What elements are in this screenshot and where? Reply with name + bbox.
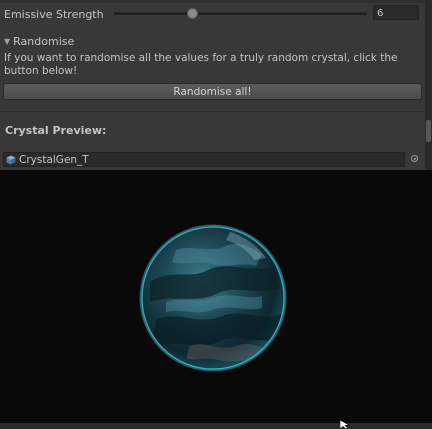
crystal-preview-render <box>139 224 287 372</box>
emissive-strength-slider[interactable] <box>114 8 367 19</box>
inspector-scrollbar[interactable] <box>425 0 432 170</box>
crystal-sphere <box>139 224 287 372</box>
randomise-foldout-label: Randomise <box>13 34 75 48</box>
crystal-preview-viewport[interactable] <box>0 170 432 423</box>
emissive-strength-field[interactable]: 6 <box>373 5 419 20</box>
scrollbar-thumb[interactable] <box>426 120 431 142</box>
crystal-object-field[interactable]: CrystalGen_T <box>3 152 405 167</box>
slider-track[interactable] <box>114 12 367 15</box>
inspector-footer <box>0 423 432 429</box>
slider-thumb[interactable] <box>187 8 199 19</box>
randomise-foldout[interactable]: ▼ Randomise <box>4 32 74 50</box>
prefab-cube-icon <box>6 155 16 164</box>
emissive-strength-label: Emissive Strength <box>4 7 104 21</box>
crystal-object-name: CrystalGen_T <box>19 153 89 166</box>
randomise-description: If you want to randomise all the values … <box>4 52 398 77</box>
foldout-arrow-icon[interactable]: ▼ <box>4 37 10 46</box>
section-divider <box>0 111 432 112</box>
object-picker-icon[interactable] <box>411 155 418 162</box>
mouse-cursor-icon <box>340 420 350 429</box>
randomise-all-button[interactable]: Randomise all! <box>3 83 422 100</box>
inspector-top-edge <box>0 0 432 3</box>
crystal-preview-title: Crystal Preview: <box>5 124 107 137</box>
